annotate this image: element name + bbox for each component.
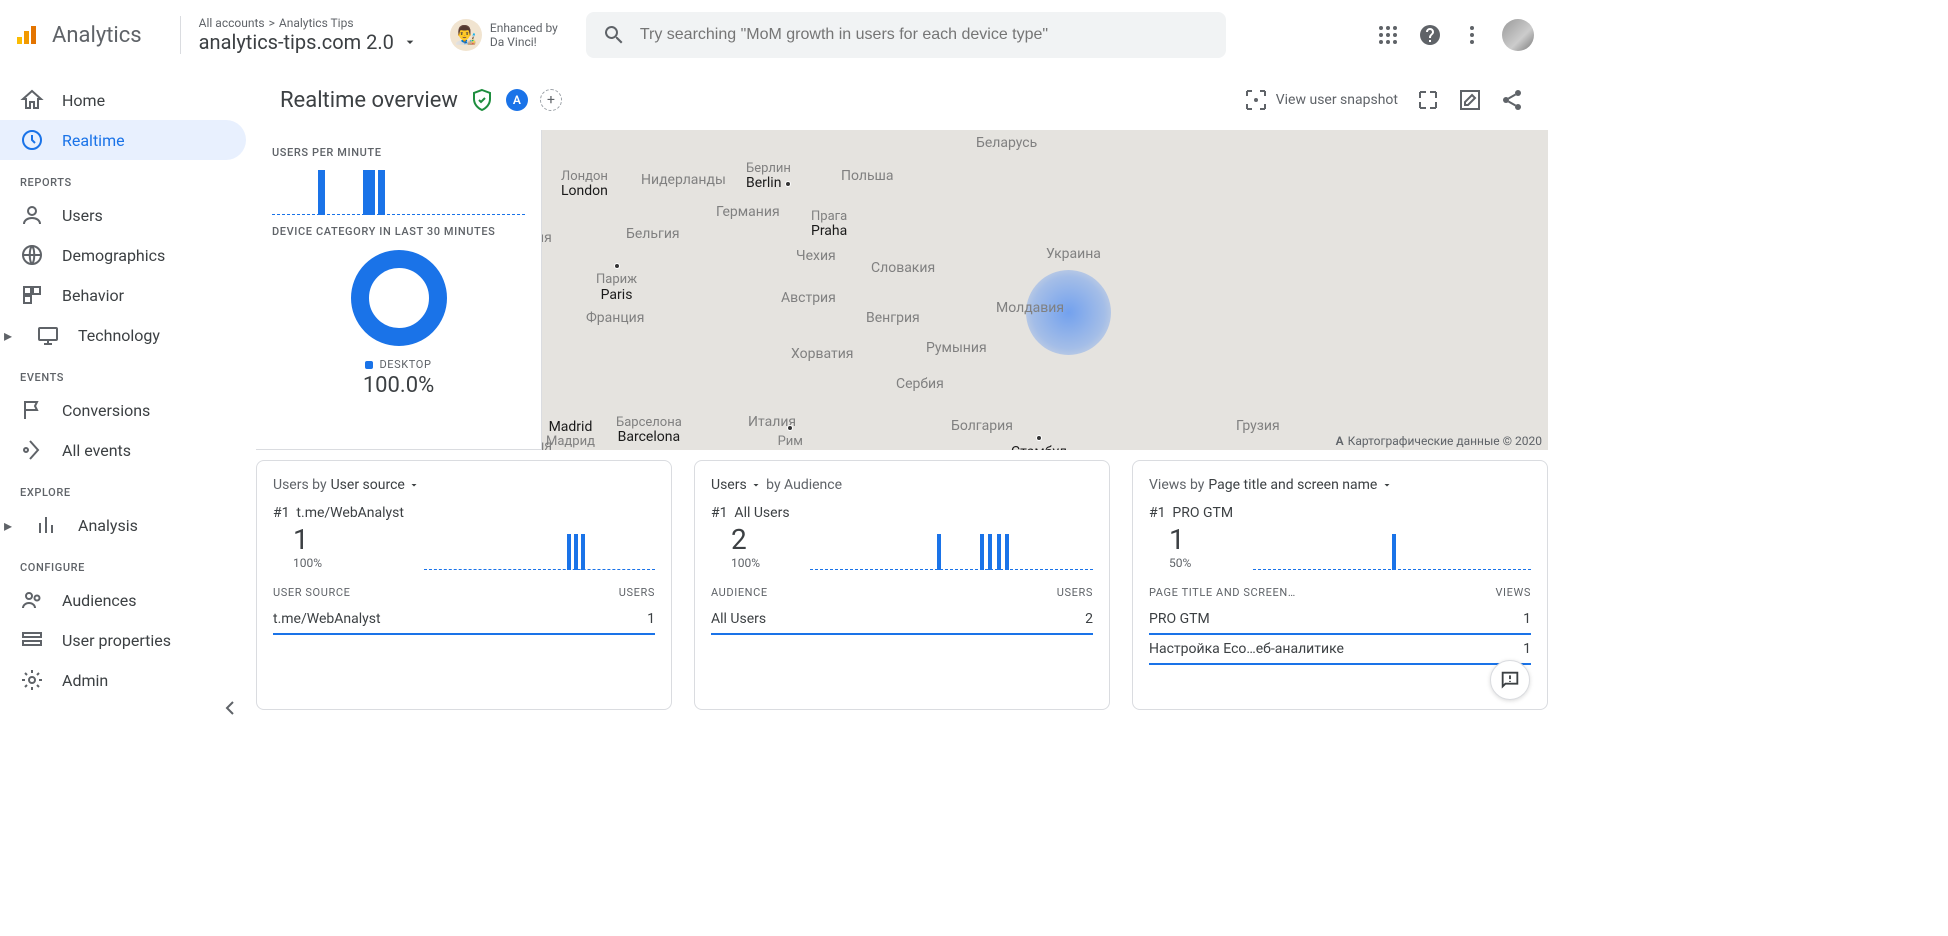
card-dim-selector[interactable]: Page title and screen name <box>1208 477 1392 493</box>
table-col-left: Audience <box>711 586 768 599</box>
fullscreen-icon[interactable] <box>1416 88 1440 112</box>
card-users-per-minute: Users per minute Device category in last… <box>256 130 542 450</box>
map-attribution: AКартографические данные © 2020 <box>1336 434 1542 448</box>
upm-label: Users per minute <box>272 146 525 159</box>
sidebar-section-reports: Reports <box>0 160 256 195</box>
profile-avatar[interactable] <box>1502 19 1534 51</box>
shield-check-icon <box>470 88 494 112</box>
table-col-right: Users <box>1057 586 1093 599</box>
top-value: 2 <box>711 523 790 556</box>
dimension-card-2: Views by Page title and screen name #1 P… <box>1132 460 1548 710</box>
top-value: 1 <box>1149 523 1233 556</box>
home-icon <box>20 88 44 112</box>
clock-icon <box>20 128 44 152</box>
audiences-icon <box>20 588 44 612</box>
chevron-down-icon <box>398 30 422 54</box>
sidebar-item-technology[interactable]: ▸ Technology <box>0 315 256 355</box>
table-col-right: Views <box>1495 586 1531 599</box>
table-row[interactable]: PRO GTM1 <box>1149 605 1531 635</box>
top-rank: #1 All Users <box>711 505 790 521</box>
sidebar-section-configure: Configure <box>0 545 256 580</box>
sidebar-section-events: Events <box>0 355 256 390</box>
flag-icon <box>20 398 44 422</box>
sidebar-item-admin[interactable]: Admin <box>0 660 256 700</box>
card-sparkline <box>1253 528 1531 570</box>
more-icon[interactable] <box>1460 23 1484 47</box>
device-category-label: Device category in last 30 minutes <box>272 225 525 238</box>
device-pct: 100.0% <box>272 373 525 398</box>
card-sparkline <box>424 528 655 570</box>
share-icon[interactable] <box>1500 88 1524 112</box>
device-legend: DESKTOP <box>272 358 525 371</box>
table-col-right: Users <box>619 586 655 599</box>
card-dim-selector[interactable]: User source <box>331 477 421 493</box>
sidebar-item-home[interactable]: Home <box>0 80 256 120</box>
behavior-icon <box>20 283 44 307</box>
breadcrumb: All accounts > Analytics Tips <box>199 16 422 30</box>
snapshot-icon <box>1244 88 1268 112</box>
sidebar-item-analysis[interactable]: ▸ Analysis <box>0 505 256 545</box>
view-user-snapshot-button[interactable]: View user snapshot <box>1244 88 1398 112</box>
top-rank: #1 PRO GTM <box>1149 505 1233 521</box>
card-sparkline <box>810 528 1093 570</box>
chevron-right-icon: ▸ <box>4 516 18 535</box>
apps-icon[interactable] <box>1376 23 1400 47</box>
gear-icon <box>20 668 44 692</box>
search-bar[interactable] <box>586 12 1226 58</box>
search-icon <box>602 23 626 47</box>
page-title: Realtime overview <box>280 88 458 113</box>
sidebar-item-user-properties[interactable]: User properties <box>0 620 256 660</box>
sidebar-item-all-events[interactable]: All events <box>0 430 256 470</box>
breadcrumb-account[interactable]: Analytics Tips <box>279 16 354 30</box>
sidebar-item-conversions[interactable]: Conversions <box>0 390 256 430</box>
header: Analytics All accounts > Analytics Tips … <box>0 0 1548 70</box>
comparison-badge-a[interactable]: A <box>506 89 528 111</box>
chevron-right-icon: ▸ <box>4 326 18 345</box>
edit-dashboard-icon[interactable] <box>1458 88 1482 112</box>
sidebar-item-behavior[interactable]: Behavior <box>0 275 256 315</box>
dimension-card-1: Users by Audience#1 All Users2100%Audien… <box>694 460 1110 710</box>
breadcrumb-all[interactable]: All accounts <box>199 16 265 30</box>
sidebar-item-realtime[interactable]: Realtime <box>0 120 246 160</box>
add-comparison-button[interactable]: + <box>540 89 562 111</box>
table-col-left: Page title and screen… <box>1149 586 1296 599</box>
globe-icon <box>20 243 44 267</box>
feedback-button[interactable] <box>1490 660 1530 700</box>
user-icon <box>20 203 44 227</box>
upm-sparkline <box>272 165 525 215</box>
sidebar-item-users[interactable]: Users <box>0 195 256 235</box>
top-value: 1 <box>273 523 404 556</box>
device-icon <box>36 323 60 347</box>
sidebar-section-explore: Explore <box>0 470 256 505</box>
table-col-left: User source <box>273 586 350 599</box>
help-icon[interactable] <box>1418 23 1442 47</box>
table-row[interactable]: Настройка Eco…еб-аналитике1 <box>1149 635 1531 665</box>
analysis-icon <box>36 513 60 537</box>
sidebar-item-demographics[interactable]: Demographics <box>0 235 256 275</box>
top-pct: 100% <box>273 556 404 570</box>
main: Realtime overview A + View user snapshot… <box>256 70 1548 730</box>
events-icon <box>20 438 44 462</box>
search-input[interactable] <box>640 26 1210 44</box>
properties-icon <box>20 628 44 652</box>
card-dim-selector[interactable]: Users <box>711 477 762 493</box>
table-row[interactable]: t.me/WebAnalyst1 <box>273 605 655 635</box>
sidebar: Home Realtime Reports Users Demographics… <box>0 70 256 730</box>
top-rank: #1 t.me/WebAnalyst <box>273 505 404 521</box>
device-donut <box>351 250 447 346</box>
property-selector[interactable]: analytics-tips.com 2.0 <box>199 30 422 54</box>
titlebar: Realtime overview A + View user snapshot <box>256 70 1548 130</box>
logo-icon <box>14 23 38 47</box>
sidebar-item-audiences[interactable]: Audiences <box>0 580 256 620</box>
davinci-avatar-icon: 👨‍🎨 <box>450 19 482 51</box>
account-switcher[interactable]: All accounts > Analytics Tips analytics-… <box>180 16 436 54</box>
dimension-card-0: Users by User source #1 t.me/WebAnalyst1… <box>256 460 672 710</box>
app-name: Analytics <box>52 23 142 48</box>
collapse-sidebar-icon[interactable] <box>218 696 242 720</box>
extension-badge: 👨‍🎨 Enhanced by Da Vinci! <box>450 19 572 51</box>
top-pct: 100% <box>711 556 790 570</box>
top-pct: 50% <box>1149 556 1233 570</box>
table-row[interactable]: All Users2 <box>711 605 1093 635</box>
